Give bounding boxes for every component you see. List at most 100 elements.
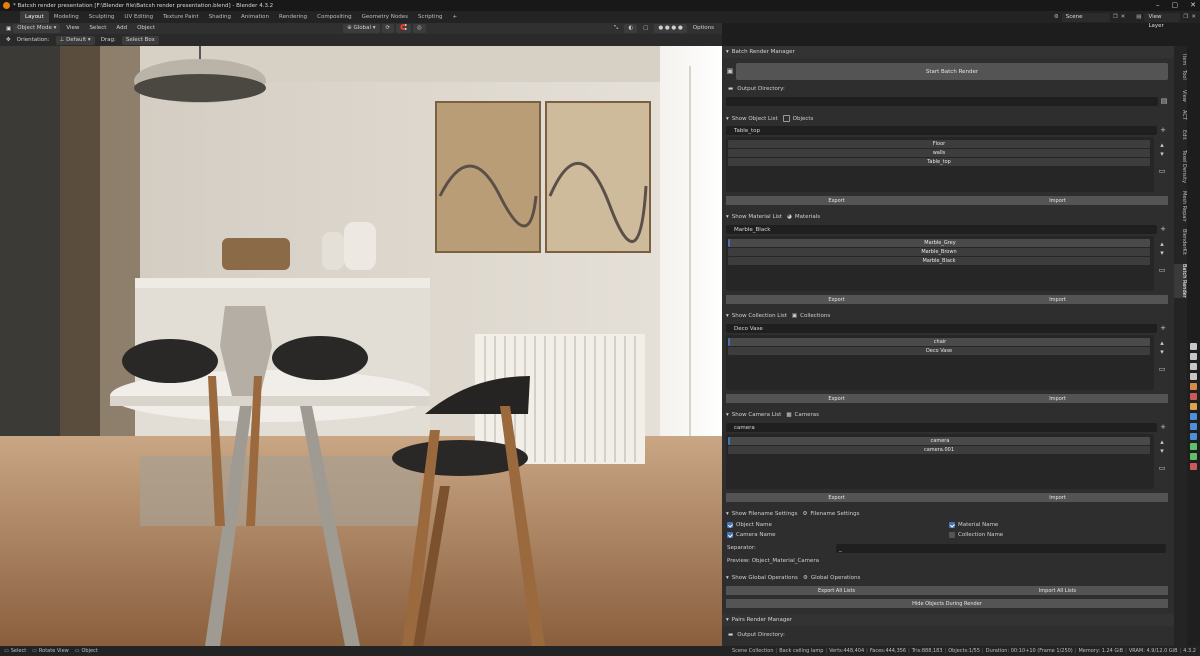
move-down-icon[interactable]: ▾ [1158, 150, 1166, 158]
list-item[interactable]: walls [728, 149, 1150, 157]
tab-texture-paint[interactable]: Texture Paint [158, 11, 204, 23]
remove-icon[interactable]: ▭ [1158, 464, 1166, 472]
export-collections-button[interactable]: Export [726, 394, 947, 403]
snap-icon[interactable]: 🧲 [396, 24, 411, 33]
collection-filter-input[interactable]: Deco Vase [726, 324, 1157, 333]
sidebar-tab-batch-render[interactable]: Batch Render [1174, 264, 1187, 298]
material-properties-icon[interactable] [1190, 463, 1197, 470]
browse-folder-icon[interactable]: ▤ [1160, 97, 1168, 105]
filename-settings-header[interactable]: ▾ Show Filename Settings ⚙ Filename Setting… [726, 509, 1170, 518]
object-properties-icon[interactable] [1190, 403, 1197, 410]
remove-icon[interactable]: ▭ [1158, 167, 1166, 175]
mode-dropdown[interactable]: Object Mode ▾ [13, 24, 61, 33]
batch-render-header[interactable]: ▾ Batch Render Manager [722, 46, 1174, 58]
copy-scene-icon[interactable]: ❐ [1113, 14, 1118, 20]
add-workspace-button[interactable]: + [447, 11, 462, 23]
list-item[interactable]: Deco Vase [728, 347, 1150, 355]
output-directory-input[interactable] [726, 97, 1158, 106]
move-up-icon[interactable]: ▴ [1158, 240, 1166, 248]
list-item[interactable]: camera.001 [728, 446, 1150, 454]
sidebar-tab-edit[interactable]: Edit [1174, 130, 1187, 140]
move-down-icon[interactable]: ▾ [1158, 447, 1166, 455]
menu-view[interactable]: View [62, 24, 83, 33]
import-objects-button[interactable]: Import [947, 196, 1168, 205]
remove-scene-icon[interactable]: ✕ [1121, 14, 1126, 20]
3d-viewport[interactable] [0, 46, 722, 646]
gizmo-icon[interactable]: ⤡ [610, 24, 622, 33]
scene-properties-icon[interactable] [1190, 383, 1197, 390]
list-item[interactable]: Marble_Brown [728, 248, 1150, 256]
material-list-header[interactable]: ▾ Show Material List ◕ Materials [726, 212, 1170, 221]
tab-modeling[interactable]: Modeling [49, 11, 84, 23]
tab-scripting[interactable]: Scripting [413, 11, 447, 23]
render-properties-icon[interactable] [1190, 353, 1197, 360]
export-objects-button[interactable]: Export [726, 196, 947, 205]
checkbox-unchecked[interactable] [949, 532, 955, 538]
import-cameras-button[interactable]: Import [947, 493, 1168, 502]
export-materials-button[interactable]: Export [726, 295, 947, 304]
object-filter-input[interactable]: Table_top [726, 126, 1157, 135]
maximize-icon[interactable]: ▢ [1172, 1, 1179, 9]
export-all-lists-button[interactable]: Export All Lists [726, 586, 947, 595]
drag-dropdown[interactable]: Select Box [121, 35, 159, 45]
sidebar-tab-tool[interactable]: Tool [1174, 70, 1187, 80]
remove-icon[interactable]: ▭ [1158, 266, 1166, 274]
view-layer-properties-icon[interactable] [1190, 373, 1197, 380]
camera-list-header[interactable]: ▾ Show Camera List ▩ Cameras [726, 410, 1170, 419]
import-all-lists-button[interactable]: Import All Lists [947, 586, 1168, 595]
sidebar-tab-view[interactable]: View [1174, 90, 1187, 102]
checkbox-checked[interactable] [727, 532, 733, 538]
camera-filter-input[interactable]: camera [726, 423, 1157, 432]
list-item[interactable]: Table_top [728, 158, 1150, 166]
list-item[interactable]: Marble_Grey [728, 239, 1150, 247]
add-camera-icon[interactable]: + [1159, 423, 1167, 431]
sidebar-tab-mesh-repair[interactable]: Mesh Repair [1174, 191, 1187, 222]
copy-view-layer-icon[interactable]: ❐ [1183, 14, 1188, 20]
add-collection-icon[interactable]: + [1159, 324, 1167, 332]
tab-compositing[interactable]: Compositing [312, 11, 356, 23]
tab-animation[interactable]: Animation [236, 11, 274, 23]
minimize-icon[interactable]: – [1156, 1, 1160, 9]
add-material-icon[interactable]: + [1159, 225, 1167, 233]
transform-tool-icon[interactable]: ✥ [6, 37, 11, 43]
sidebar-tab-texel-density[interactable]: Texel Density [1174, 150, 1187, 183]
editor-type-icon[interactable]: ▣ [6, 26, 11, 32]
constraints-properties-icon[interactable] [1190, 443, 1197, 450]
tab-sculpting[interactable]: Sculpting [84, 11, 120, 23]
view-layer-field[interactable]: View Layer [1144, 12, 1181, 29]
material-filter-input[interactable]: Marble_Black [726, 225, 1157, 234]
orientation-dropdown[interactable]: ⊥ Default ▾ [55, 35, 95, 45]
global-operations-header[interactable]: ▾ Show Global Operations ⚙ Global Operation… [726, 573, 1170, 582]
list-item[interactable]: Floor [728, 140, 1150, 148]
tab-shading[interactable]: Shading [204, 11, 236, 23]
tab-layout[interactable]: Layout [20, 11, 49, 23]
collection-list-header[interactable]: ▾ Show Collection List ▣ Collections [726, 311, 1170, 320]
transform-orientation-dropdown[interactable]: ⊕ Global ▾ [343, 24, 380, 33]
tool-icon[interactable] [1190, 343, 1197, 350]
move-up-icon[interactable]: ▴ [1158, 438, 1166, 446]
sidebar-tab-blenderkit[interactable]: BlenderKit [1174, 229, 1187, 255]
menu-add[interactable]: Add [112, 24, 131, 33]
move-down-icon[interactable]: ▾ [1158, 249, 1166, 257]
overlay-icon[interactable]: ◐ [624, 24, 638, 33]
modifier-properties-icon[interactable] [1190, 413, 1197, 420]
object-name-checkbox[interactable]: Object Name [727, 522, 772, 528]
list-item[interactable]: camera [728, 437, 1150, 445]
checkbox-checked[interactable] [949, 522, 955, 528]
menu-object[interactable]: Object [133, 24, 159, 33]
sidebar-tab-item[interactable]: Item [1174, 54, 1187, 65]
hide-objects-button[interactable]: Hide Objects During Render [726, 599, 1168, 608]
remove-icon[interactable]: ▭ [1158, 365, 1166, 373]
pivot-icon[interactable]: ⟳ [381, 24, 395, 33]
import-collections-button[interactable]: Import [947, 394, 1168, 403]
menu-select[interactable]: Select [85, 24, 110, 33]
tab-rendering[interactable]: Rendering [274, 11, 312, 23]
tab-uv-editing[interactable]: UV Editing [119, 11, 158, 23]
object-list-header[interactable]: ▾ Show Object List Objects [726, 114, 1170, 123]
close-icon[interactable]: ✕ [1190, 1, 1196, 9]
physics-properties-icon[interactable] [1190, 433, 1197, 440]
move-down-icon[interactable]: ▾ [1158, 348, 1166, 356]
add-object-icon[interactable]: + [1159, 126, 1167, 134]
material-name-checkbox[interactable]: Material Name [949, 522, 998, 528]
remove-view-layer-icon[interactable]: ✕ [1191, 14, 1196, 20]
